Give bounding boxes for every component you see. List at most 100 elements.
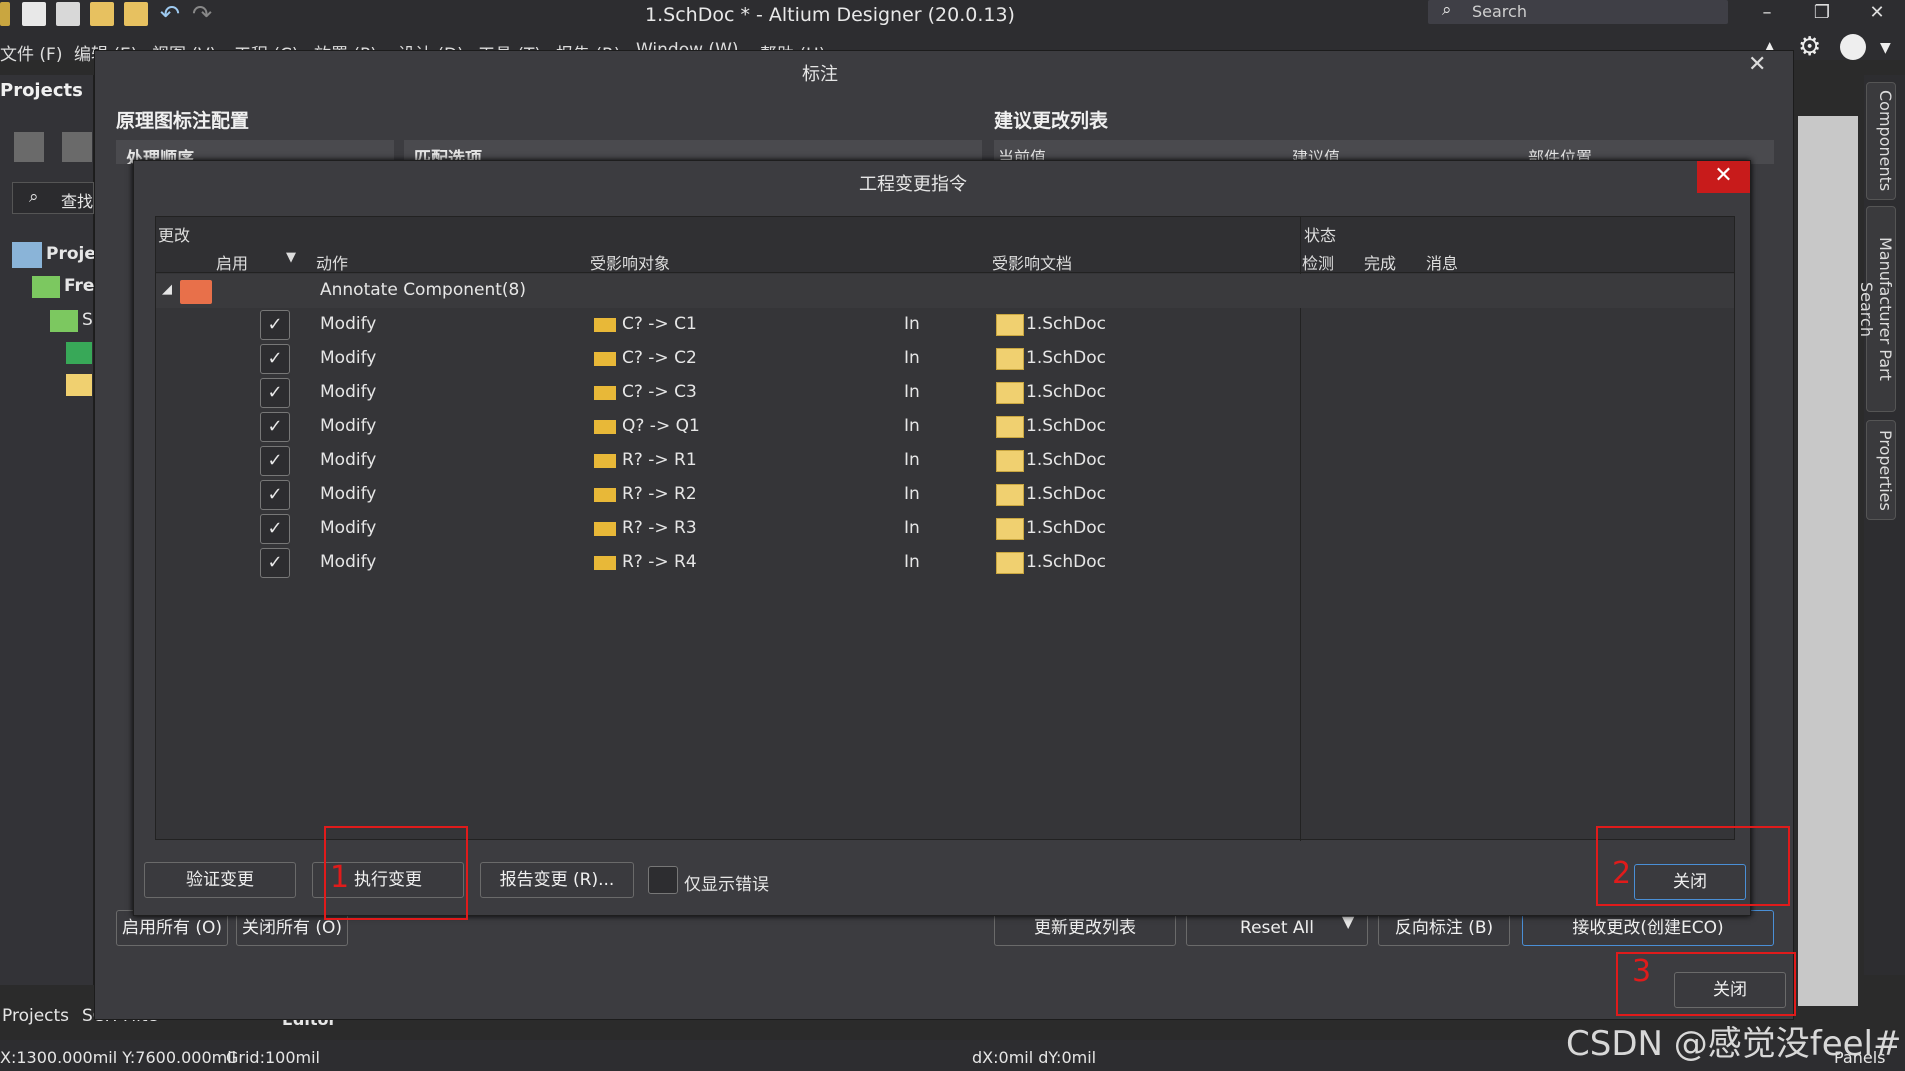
enable-checkbox[interactable]: ✓ bbox=[260, 548, 290, 578]
document-icon bbox=[996, 518, 1024, 540]
table-row[interactable] bbox=[156, 308, 1734, 342]
copy-project-icon[interactable] bbox=[62, 132, 92, 162]
only-errors-checkbox[interactable] bbox=[648, 866, 678, 894]
search-placeholder: Search bbox=[1472, 2, 1527, 21]
document-icon bbox=[996, 382, 1024, 404]
enable-checkbox[interactable]: ✓ bbox=[260, 480, 290, 510]
folder-icon bbox=[50, 310, 78, 332]
table-row[interactable] bbox=[156, 478, 1734, 512]
row-in: In bbox=[904, 484, 920, 504]
schematic-icon bbox=[66, 342, 92, 364]
row-affected-doc: 1.SchDoc bbox=[1026, 484, 1106, 504]
row-affected-doc: 1.SchDoc bbox=[1026, 382, 1106, 402]
expand-arrow-icon[interactable]: ◢ bbox=[162, 282, 172, 297]
component-icon bbox=[594, 352, 616, 366]
row-in: In bbox=[904, 552, 920, 572]
tab-projects[interactable]: Projects bbox=[2, 1006, 69, 1026]
panel-search-input[interactable]: ⌕ 查找 bbox=[12, 182, 94, 214]
col-action[interactable]: 动作 bbox=[316, 250, 348, 274]
component-icon bbox=[594, 386, 616, 400]
grid-header bbox=[156, 217, 1734, 273]
component-icon bbox=[594, 318, 616, 332]
col-affected-doc[interactable]: 受影响文档 bbox=[992, 250, 1072, 274]
document-icon bbox=[996, 314, 1024, 336]
search-icon: ⌕ bbox=[29, 187, 39, 207]
report-changes-button[interactable]: 报告变更 (R)... bbox=[480, 862, 634, 898]
enable-checkbox[interactable]: ✓ bbox=[260, 514, 290, 544]
table-row[interactable] bbox=[156, 444, 1734, 478]
component-icon bbox=[594, 454, 616, 468]
table-row[interactable] bbox=[156, 376, 1734, 410]
tab-components[interactable]: Components bbox=[1866, 82, 1896, 200]
col-enable[interactable]: 启用 bbox=[216, 250, 248, 274]
row-action: Modify bbox=[320, 382, 377, 402]
restore-button[interactable]: ❐ bbox=[1795, 0, 1849, 28]
component-icon bbox=[594, 488, 616, 502]
row-affected-object: R? -> R1 bbox=[622, 450, 697, 470]
close-window-button[interactable]: ✕ bbox=[1850, 0, 1904, 28]
col-message[interactable]: 消息 bbox=[1426, 250, 1458, 274]
proposed-change-list-title: 建议更改列表 bbox=[994, 110, 1109, 132]
folder-icon bbox=[180, 280, 212, 304]
table-row[interactable] bbox=[156, 410, 1734, 444]
row-in: In bbox=[904, 382, 920, 402]
annotation-number-2: 2 bbox=[1612, 856, 1632, 891]
grid-size: Grid:100mil bbox=[226, 1048, 320, 1067]
row-action: Modify bbox=[320, 314, 377, 334]
search-input[interactable]: ⌕ Search bbox=[1428, 0, 1728, 24]
row-affected-object: R? -> R4 bbox=[622, 552, 697, 572]
eco-close-icon[interactable]: ✕ bbox=[1697, 161, 1750, 193]
search-icon: ⌕ bbox=[1442, 0, 1452, 20]
gear-icon[interactable]: ⚙ bbox=[1798, 32, 1821, 62]
window-title: 1.SchDoc * - Altium Designer (20.0.13) bbox=[645, 4, 1015, 26]
row-affected-object: R? -> R3 bbox=[622, 518, 697, 538]
enable-checkbox[interactable]: ✓ bbox=[260, 412, 290, 442]
only-errors-label: 仅显示错误 bbox=[684, 875, 769, 895]
col-affected-object[interactable]: 受影响对象 bbox=[590, 250, 670, 274]
row-affected-object: C? -> C1 bbox=[622, 314, 697, 334]
row-in: In bbox=[904, 348, 920, 368]
folder-icon bbox=[32, 276, 60, 298]
document-icon bbox=[996, 450, 1024, 472]
panel-search-label: 查找 bbox=[61, 192, 94, 211]
table-row[interactable] bbox=[156, 546, 1734, 580]
table-row[interactable] bbox=[156, 342, 1734, 376]
row-in: In bbox=[904, 450, 920, 470]
save-project-icon[interactable] bbox=[14, 132, 44, 162]
watermark: CSDN @感觉没feel# bbox=[1566, 1024, 1902, 1064]
schematic-annotation-config-title: 原理图标注配置 bbox=[116, 110, 250, 132]
enable-checkbox[interactable]: ✓ bbox=[260, 344, 290, 374]
col-done[interactable]: 完成 bbox=[1364, 250, 1396, 274]
schematic-canvas[interactable] bbox=[1798, 116, 1858, 1006]
row-action: Modify bbox=[320, 484, 377, 504]
row-action: Modify bbox=[320, 552, 377, 572]
row-action: Modify bbox=[320, 416, 377, 436]
workspace-icon bbox=[12, 242, 42, 268]
row-in: In bbox=[904, 314, 920, 334]
col-check[interactable]: 检测 bbox=[1302, 250, 1334, 274]
component-icon bbox=[594, 522, 616, 536]
sort-icon[interactable]: ▼ bbox=[286, 250, 296, 265]
row-affected-doc: 1.SchDoc bbox=[1026, 314, 1106, 334]
enable-checkbox[interactable]: ✓ bbox=[260, 378, 290, 408]
annotate-close-icon[interactable]: ✕ bbox=[1748, 52, 1766, 77]
enable-checkbox[interactable]: ✓ bbox=[260, 310, 290, 340]
component-icon bbox=[594, 556, 616, 570]
col-group-changes: 更改 bbox=[158, 226, 191, 245]
row-affected-object: R? -> R2 bbox=[622, 484, 697, 504]
enable-checkbox[interactable]: ✓ bbox=[260, 446, 290, 476]
document-icon bbox=[996, 416, 1024, 438]
document-icon bbox=[996, 484, 1024, 506]
tree-item-source[interactable]: S bbox=[82, 310, 93, 330]
eco-dialog-title: 工程变更指令 bbox=[859, 174, 967, 195]
validate-changes-button[interactable]: 验证变更 bbox=[144, 862, 296, 898]
chevron-down-icon[interactable]: ▼ bbox=[1880, 40, 1891, 56]
tab-properties[interactable]: Properties bbox=[1866, 420, 1896, 520]
user-avatar-icon[interactable] bbox=[1840, 34, 1866, 60]
table-row[interactable] bbox=[156, 512, 1734, 546]
document-icon bbox=[996, 552, 1024, 574]
row-affected-doc: 1.SchDoc bbox=[1026, 450, 1106, 470]
minimize-button[interactable]: – bbox=[1740, 0, 1794, 28]
tab-manufacturer-part-search[interactable]: Manufacturer Part Search bbox=[1857, 206, 1896, 412]
row-affected-object: C? -> C3 bbox=[622, 382, 697, 402]
